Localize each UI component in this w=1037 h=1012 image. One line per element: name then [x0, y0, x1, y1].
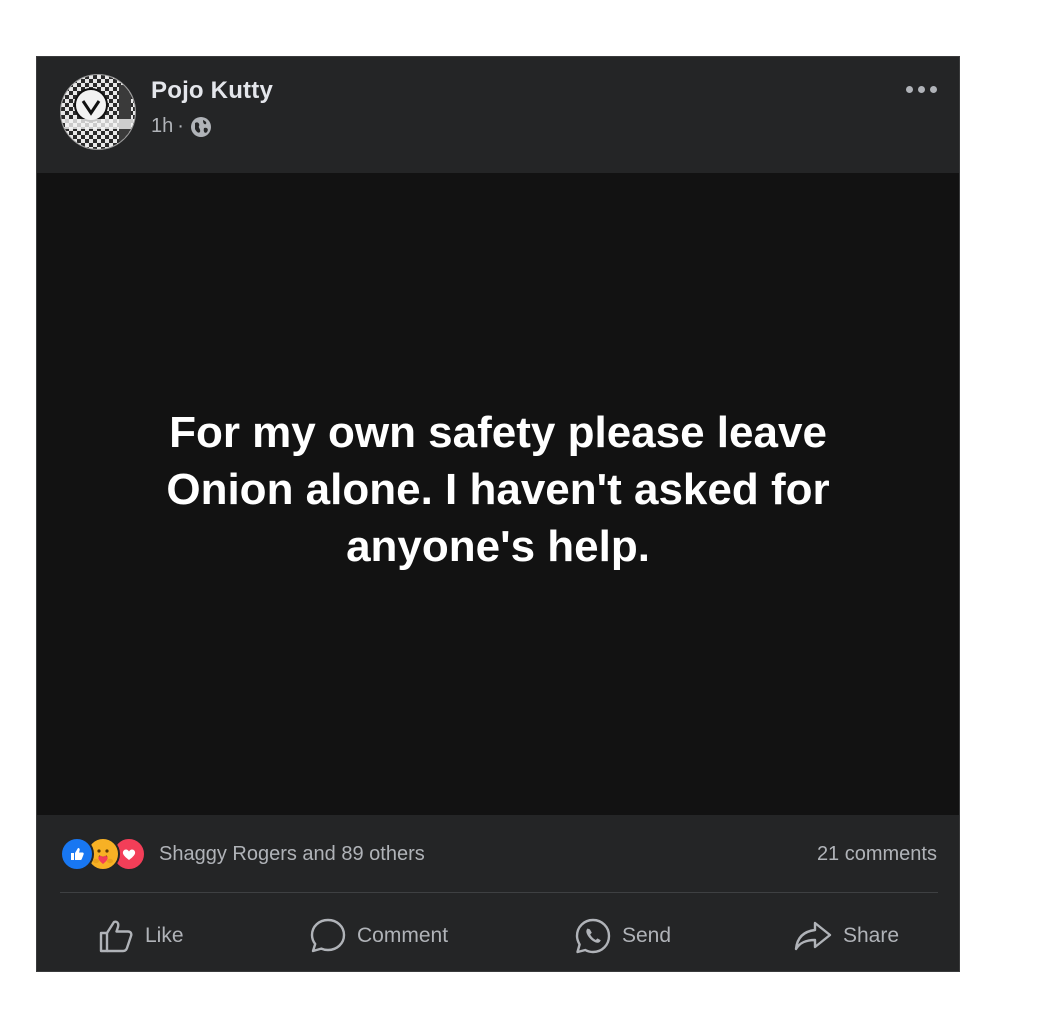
reactions-bar: Shaggy Rogers and 89 others 21 comments: [37, 815, 959, 893]
share-arrow-icon: [793, 917, 833, 955]
comment-label: Comment: [357, 924, 449, 947]
action-bar: Like Comment Send Share: [37, 893, 959, 971]
like-reaction-icon: [60, 837, 94, 871]
post-meta: 1h ·: [151, 115, 212, 138]
author-avatar[interactable]: [60, 74, 136, 150]
share-label: Share: [843, 924, 900, 947]
send-button[interactable]: Send: [574, 917, 671, 955]
like-button[interactable]: Like: [97, 917, 184, 955]
post-time[interactable]: 1h: [151, 115, 173, 138]
thumbs-up-icon: [97, 917, 135, 955]
more-dot: [929, 85, 937, 93]
more-dot: [905, 85, 913, 93]
reaction-summary[interactable]: Shaggy Rogers and 89 others: [159, 843, 425, 866]
more-dot: [917, 85, 925, 93]
like-label: Like: [145, 924, 184, 947]
share-button[interactable]: Share: [793, 917, 899, 955]
send-label: Send: [622, 924, 672, 947]
comments-count[interactable]: 21 comments: [817, 843, 937, 866]
avatar-image: [61, 75, 135, 149]
post-header: Pojo Kutty 1h ·: [37, 57, 959, 173]
whatsapp-icon: [574, 917, 612, 955]
meta-separator: ·: [177, 115, 184, 137]
post-text: For my own safety please leave Onion alo…: [166, 407, 830, 571]
post-text-image[interactable]: For my own safety please leave Onion alo…: [37, 173, 959, 815]
reaction-icons[interactable]: [60, 837, 146, 871]
globe-icon[interactable]: [190, 116, 212, 138]
more-options-button[interactable]: [901, 77, 941, 101]
author-name[interactable]: Pojo Kutty: [151, 77, 273, 105]
post-card: Pojo Kutty 1h · For my own safety please…: [36, 56, 960, 972]
comment-button[interactable]: Comment: [309, 917, 448, 955]
comment-bubble-icon: [309, 917, 347, 955]
